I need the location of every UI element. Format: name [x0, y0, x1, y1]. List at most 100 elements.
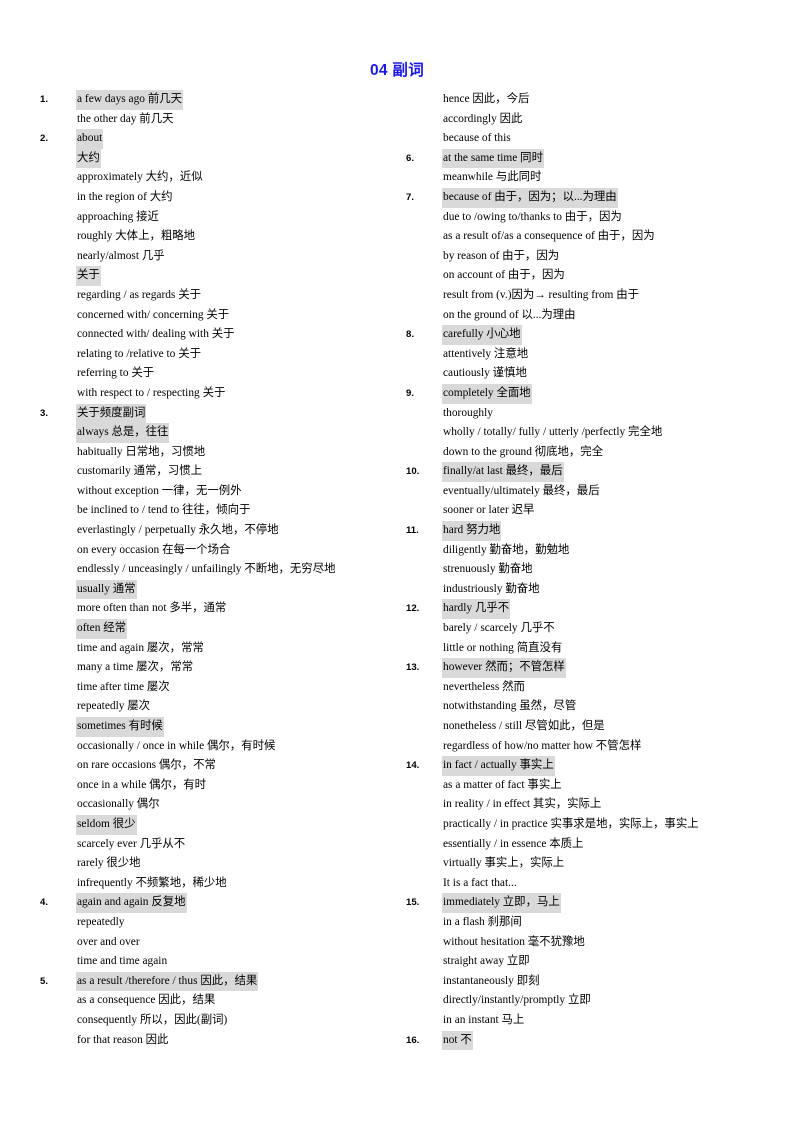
vocab-line: 3. 关于频度副词 — [40, 403, 400, 424]
vocab-line: 14. in fact / actually 事实上 — [406, 756, 776, 776]
vocab-text: occasionally 偶尔 — [77, 798, 160, 811]
vocab-text: by reason of 由于，因为 — [443, 249, 560, 262]
vocab-text: cautiously 谨慎地 — [443, 367, 527, 380]
vocab-line: be inclined to / tend to 往往，倾向于 — [40, 501, 400, 521]
vocab-line: referring to 关于 — [40, 364, 400, 384]
vocab-line: 4. again and again 反复地 — [40, 893, 400, 913]
vocab-line: as a matter of fact 事实上 — [406, 776, 776, 796]
vocab-line: occasionally 偶尔 — [40, 795, 400, 815]
vocab-line: 16. not 不 — [406, 1030, 776, 1051]
vocab-line: time and again 屡次，常常 — [40, 639, 400, 659]
vocab-text-highlighted: because of 由于，因为；以...为理由 — [442, 187, 618, 208]
vocab-text: nonetheless / still 尽管如此，但是 — [443, 720, 605, 732]
vocab-entry: 3. 关于频度副词 always 总是，往往 habitually 日常地，习惯地 cu… — [40, 403, 400, 894]
vocab-line: in a flash 刹那间 — [406, 913, 776, 933]
vocab-line: regarding / as regards 关于 — [40, 286, 400, 306]
vocab-text: occasionally / once in while 偶尔，有时候 — [77, 739, 276, 752]
vocab-entry: 11. hard 努力地 diligently 勤奋地，勤勉地 strenuously… — [406, 521, 776, 599]
vocab-text: on the ground of 以...为理由 — [443, 308, 576, 321]
vocab-text: barely / scarcely 几乎不 — [443, 622, 555, 635]
vocab-line: essentially / in essence 本质上 — [406, 835, 776, 855]
vocab-line: customarily 通常，习惯上 — [40, 462, 400, 482]
vocab-line: as a result of/as a consequence of 由于，因为 — [406, 227, 776, 247]
vocab-text: repeatedly — [77, 915, 125, 928]
vocab-text: consequently 所以，因此(副词) — [77, 1013, 228, 1026]
vocab-line: 1. a few days ago 前几天 — [40, 90, 400, 110]
vocab-line: barely / scarcely 几乎不 — [406, 619, 776, 639]
vocab-entry: 12. hardly 几乎不 barely / scarcely 几乎不 little… — [406, 599, 776, 658]
vocab-text: once in a while 偶尔，有时 — [77, 778, 207, 791]
vocab-line: because of this — [406, 129, 776, 149]
vocab-line: directly/instantly/promptly 立即 — [406, 991, 776, 1011]
vocab-text: sooner or later 迟早 — [443, 504, 535, 517]
vocab-text: virtually 事实上，实际上 — [443, 857, 565, 870]
vocab-line: everlastingly / perpetually 永久地，不停地 — [40, 521, 400, 541]
vocab-line: approximately 大约，近似 — [40, 168, 400, 188]
vocab-text: attentively 注意地 — [443, 347, 529, 360]
vocab-text: more often than not 多半，通常 — [77, 602, 227, 615]
vocab-line: always 总是，往往 — [40, 423, 400, 443]
vocab-text: industriously 勤奋地 — [443, 582, 540, 595]
vocab-text-highlighted: 大约 — [76, 148, 101, 169]
vocab-text: regardless of how/no matter how 不管怎样 — [443, 739, 642, 752]
vocab-line: relating to /relative to 关于 — [40, 345, 400, 365]
vocab-line: for that reason 因此 — [40, 1031, 400, 1051]
vocab-text-highlighted: a few days ago 前几天 — [76, 90, 184, 110]
vocab-text: meanwhile 与此同时 — [443, 171, 542, 184]
vocab-line: without exception 一律，无一例外 — [40, 482, 400, 502]
vocab-text-highlighted: hard 努力地 — [442, 521, 502, 541]
vocab-line: on rare occasions 偶尔，不常 — [40, 756, 400, 776]
vocab-entry: 2. about 大约 approximately 大约，近似 in the regio… — [40, 129, 400, 403]
vocab-line: roughly 大体上，粗略地 — [40, 227, 400, 247]
entry-number: 6. — [406, 152, 415, 164]
vocab-text: nearly/almost 几乎 — [77, 249, 165, 262]
vocab-text: approximately 大约，近似 — [77, 171, 203, 184]
vocab-text: down to the ground 彻底地，完全 — [443, 445, 604, 458]
entry-number: 9. — [406, 387, 415, 399]
vocab-line: It is a fact that... — [406, 874, 776, 894]
left-column: 1. a few days ago 前几天 the other day 前几天 2. a… — [40, 90, 400, 1050]
vocab-text-highlighted: again and again 反复地 — [76, 893, 187, 913]
vocab-text-highlighted: often 经常 — [76, 619, 128, 639]
vocab-line: nonetheless / still 尽管如此，但是 — [406, 717, 776, 737]
vocab-text: without exception 一律，无一例外 — [77, 484, 242, 497]
vocab-line: repeatedly — [40, 913, 400, 933]
vocab-text: as a result of/as a consequence of 由于，因为 — [443, 230, 655, 243]
vocab-line: cautiously 谨慎地 — [406, 364, 776, 384]
vocab-line: more often than not 多半，通常 — [40, 599, 400, 619]
vocab-text-highlighted: finally/at last 最终，最后 — [442, 462, 564, 482]
vocab-line: straight away 立即 — [406, 952, 776, 972]
vocab-line: habitually 日常地，习惯地 — [40, 443, 400, 463]
vocab-line: time after time 屡次 — [40, 678, 400, 698]
vocab-line: practically / in practice 实事求是地，实际上，事实上 — [406, 815, 776, 835]
entry-number: 11. — [406, 525, 419, 537]
vocab-entry: 7. because of 由于，因为；以...为理由 due to /owing … — [406, 187, 776, 326]
vocab-text: relating to /relative to 关于 — [77, 347, 201, 360]
vocab-entry: 15. immediately 立即，马上 in a flash 刹那间 withou… — [406, 893, 776, 1030]
vocab-line: eventually/ultimately 最终，最后 — [406, 482, 776, 502]
vocab-text-highlighted: always 总是，往往 — [76, 423, 170, 443]
vocab-line: on the ground of 以...为理由 — [406, 306, 776, 326]
vocab-text: endlessly / unceasingly / unfailingly 不断… — [77, 563, 336, 576]
vocab-text: eventually/ultimately 最终，最后 — [443, 484, 600, 497]
vocab-text-highlighted: 关于 — [76, 266, 101, 286]
vocab-line: 13. however 然而；不管怎样 — [406, 658, 776, 678]
entry-number: 12. — [406, 603, 420, 615]
vocab-line: sometimes 有时候 — [40, 717, 400, 737]
vocab-line: down to the ground 彻底地，完全 — [406, 443, 776, 463]
vocab-text: on rare occasions 偶尔，不常 — [77, 759, 216, 772]
vocab-line: as a consequence 因此，结果 — [40, 991, 400, 1011]
vocab-entry: 4. again and again 反复地 repeatedly over and … — [40, 893, 400, 971]
vocab-text: in a flash 刹那间 — [443, 915, 522, 928]
vocab-text-highlighted: immediately 立即，马上 — [442, 893, 561, 913]
vocab-text: with respect to / respecting 关于 — [77, 386, 226, 399]
vocab-line: thoroughly — [406, 404, 776, 424]
vocab-text: the other day 前几天 — [77, 112, 174, 125]
vocab-line: in the region of 大约 — [40, 188, 400, 208]
vocab-line: without hesitation 毫不犹豫地 — [406, 933, 776, 953]
vocab-text: essentially / in essence 本质上 — [443, 837, 584, 850]
vocab-text: referring to 关于 — [77, 367, 155, 380]
vocab-text: be inclined to / tend to 往往，倾向于 — [77, 504, 251, 517]
vocab-text: approaching 接近 — [77, 210, 159, 223]
vocab-text: diligently 勤奋地，勤勉地 — [443, 543, 570, 556]
